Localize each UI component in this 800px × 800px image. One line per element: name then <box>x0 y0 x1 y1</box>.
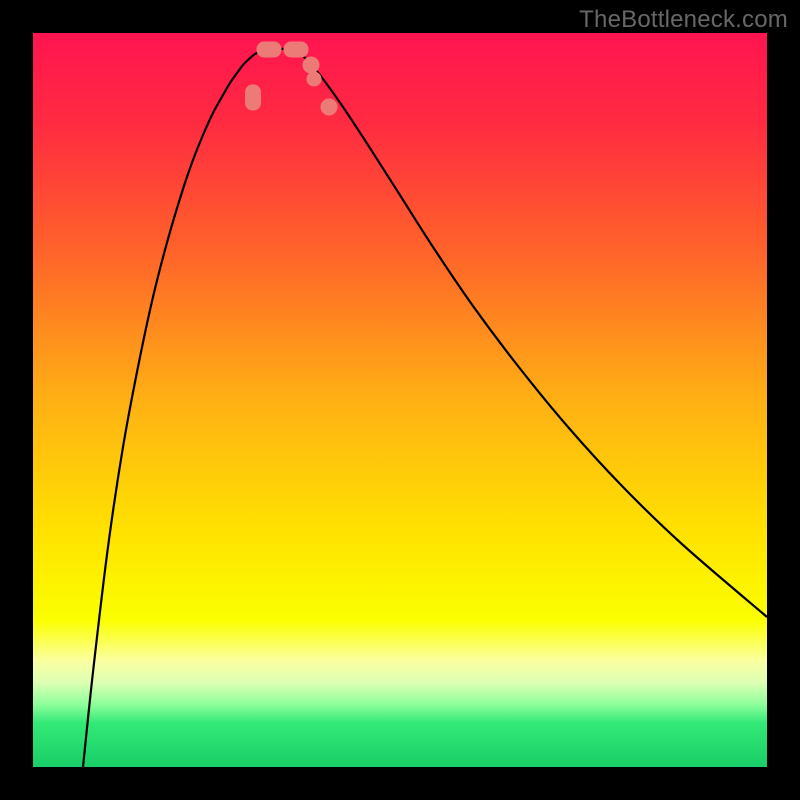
data-marker <box>284 42 308 57</box>
plot-area <box>33 33 767 767</box>
gradient-background <box>33 33 767 767</box>
data-marker <box>246 85 261 110</box>
data-marker <box>321 99 337 115</box>
data-marker <box>257 42 281 57</box>
chart-svg <box>33 33 767 767</box>
data-marker <box>303 57 319 73</box>
watermark-text: TheBottleneck.com <box>579 6 788 34</box>
outer-frame: TheBottleneck.com <box>0 0 800 800</box>
data-marker <box>307 72 321 86</box>
